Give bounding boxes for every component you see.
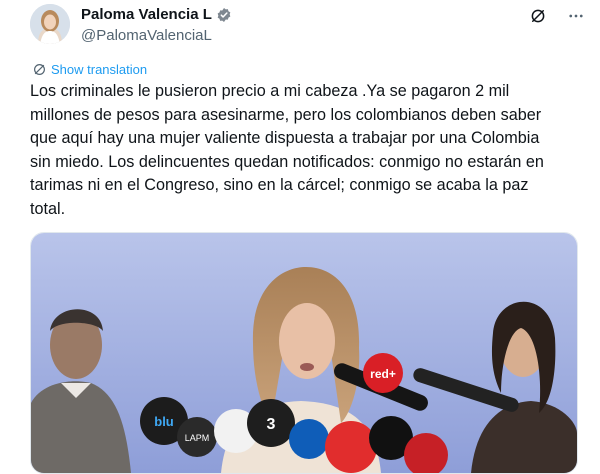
author-name-row[interactable]: Paloma Valencia L — [81, 6, 232, 23]
press-conference-photo: red+ blu LAPM 3 — [31, 233, 577, 473]
tweet-media-image[interactable]: red+ blu LAPM 3 — [30, 232, 578, 474]
tweet-text: Los criminales le pusieron precio a mi c… — [30, 82, 544, 218]
more-options-icon[interactable] — [566, 6, 586, 26]
translate-icon — [34, 64, 45, 75]
verified-badge-icon — [216, 7, 232, 23]
show-translation-link[interactable]: Show translation — [33, 62, 147, 77]
mic-label-blu: blu — [154, 414, 174, 429]
user-handle[interactable]: @PalomaValenciaL — [81, 27, 212, 44]
tweet-top-actions — [528, 6, 586, 26]
mic-label-red: red+ — [370, 367, 396, 381]
display-name[interactable]: Paloma Valencia L — [81, 6, 212, 23]
show-translation-label: Show translation — [51, 62, 148, 77]
mic-label-3: 3 — [267, 416, 276, 433]
grok-icon[interactable] — [528, 6, 548, 26]
avatar-image — [30, 4, 70, 44]
avatar[interactable] — [30, 4, 70, 44]
mic-label-lapm: LAPM — [185, 433, 210, 443]
